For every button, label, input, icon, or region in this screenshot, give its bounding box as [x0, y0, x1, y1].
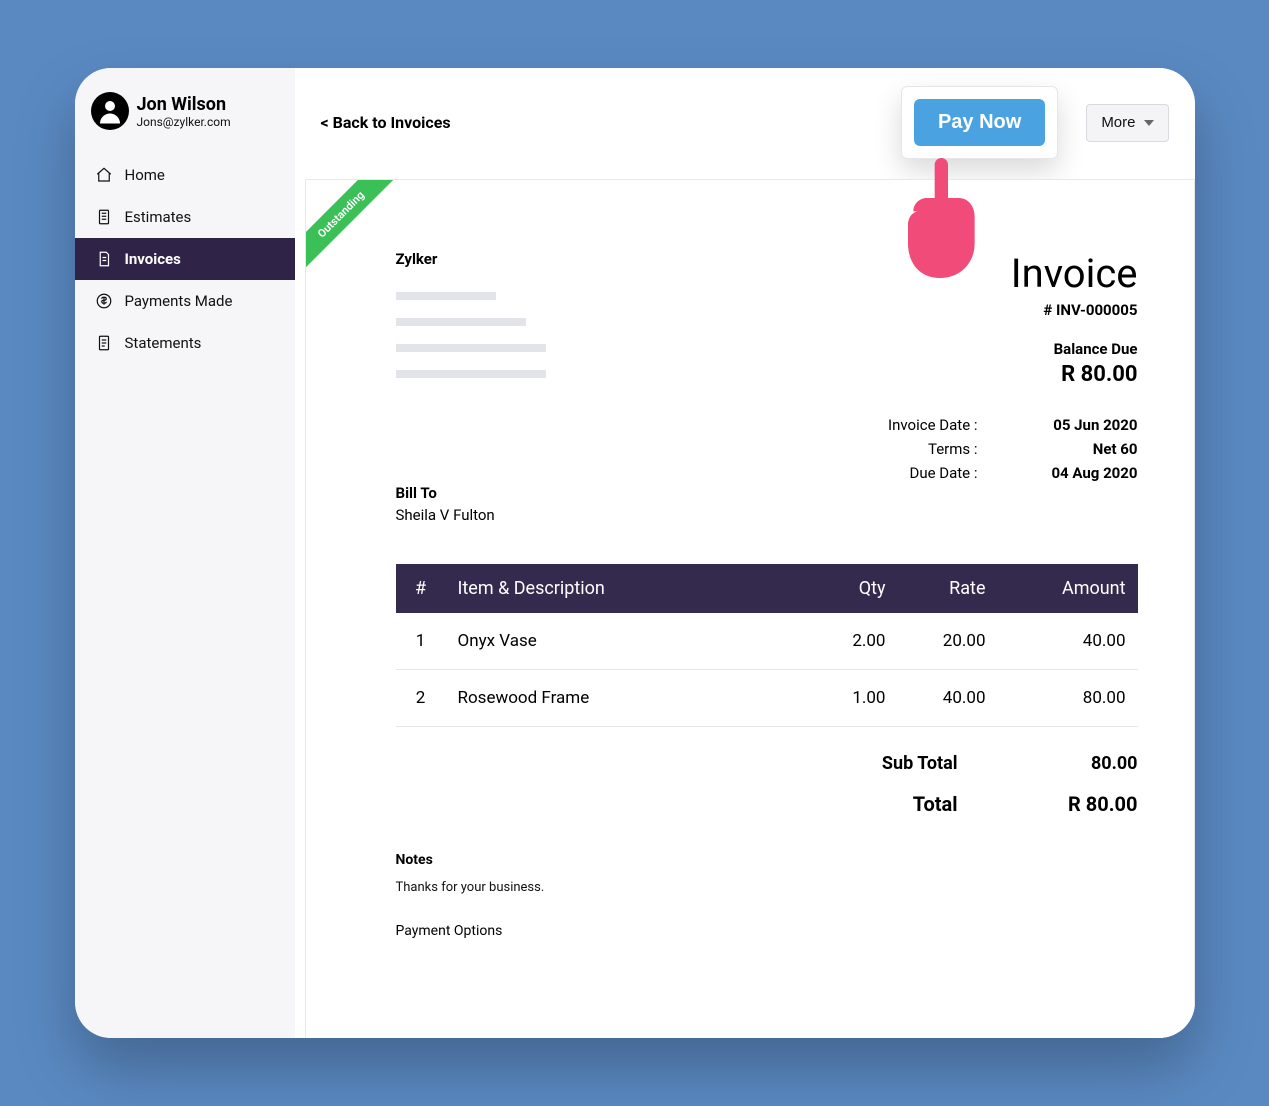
bill-to-name: Sheila V Fulton — [396, 506, 1138, 524]
table-header-row: # Item & Description Qty Rate Amount — [396, 564, 1138, 613]
sidebar-item-label: Statements — [125, 334, 202, 352]
sidebar-item-label: Estimates — [125, 208, 192, 226]
invoice-title-block: Invoice # INV-000005 — [1011, 250, 1138, 319]
cell-amount: 80.00 — [998, 670, 1138, 727]
invoice-number: # INV-000005 — [1011, 301, 1138, 319]
caret-down-icon — [1144, 120, 1154, 126]
total-row: Total R 80.00 — [808, 792, 1138, 816]
profile-name: Jon Wilson — [137, 94, 231, 115]
line-items-table: # Item & Description Qty Rate Amount 1 O… — [396, 564, 1138, 727]
meta-row: Due Date : 04 Aug 2020 — [838, 464, 1138, 482]
avatar — [91, 92, 129, 130]
col-desc: Item & Description — [446, 564, 808, 613]
main-area: < Back to Invoices Pay Now More Outstand… — [295, 68, 1195, 1038]
profile-email: Jons@zylker.com — [137, 115, 231, 129]
table-row: 1 Onyx Vase 2.00 20.00 40.00 — [396, 613, 1138, 670]
placeholder-line — [396, 344, 546, 352]
sidebar-item-estimates[interactable]: Estimates — [75, 196, 295, 238]
meta-key: Terms : — [838, 440, 978, 458]
total-label: Total — [808, 792, 958, 816]
total-value: R 80.00 — [1018, 792, 1138, 816]
pay-now-button[interactable]: Pay Now — [914, 99, 1045, 146]
paper-wrap: Outstanding Zylker Invoice # INV-000005 — [295, 173, 1195, 1038]
profile-block: Jon Wilson Jons@zylker.com — [75, 80, 295, 148]
cell-amount: 40.00 — [998, 613, 1138, 670]
cell-qty: 2.00 — [808, 613, 898, 670]
invoice-paper: Outstanding Zylker Invoice # INV-000005 — [305, 179, 1195, 1038]
subtotal-value: 80.00 — [1018, 753, 1138, 774]
topbar: < Back to Invoices Pay Now More — [295, 68, 1195, 173]
meta-value: 05 Jun 2020 — [1008, 416, 1138, 434]
estimates-icon — [95, 208, 113, 226]
sidebar-item-invoices[interactable]: Invoices — [75, 238, 295, 280]
payments-icon — [95, 292, 113, 310]
notes-body: Thanks for your business. — [396, 880, 1138, 895]
cursor-hand-icon — [895, 158, 985, 282]
placeholder-line — [396, 292, 496, 300]
meta-row: Terms : Net 60 — [838, 440, 1138, 458]
payment-options-heading: Payment Options — [396, 923, 1138, 939]
notes-block: Notes Thanks for your business. — [396, 852, 1138, 895]
notes-heading: Notes — [396, 852, 1138, 868]
invoices-icon — [95, 250, 113, 268]
col-amount: Amount — [998, 564, 1138, 613]
sidebar-item-home[interactable]: Home — [75, 154, 295, 196]
placeholder-line — [396, 370, 546, 378]
sidebar-item-label: Home — [125, 166, 165, 184]
meta-row: Invoice Date : 05 Jun 2020 — [838, 416, 1138, 434]
pay-now-card: Pay Now — [901, 86, 1058, 159]
sidebar-item-payments[interactable]: Payments Made — [75, 280, 295, 322]
subtotal-label: Sub Total — [808, 753, 958, 774]
balance-block: Balance Due R 80.00 — [1054, 340, 1138, 387]
table-row: 2 Rosewood Frame 1.00 40.00 80.00 — [396, 670, 1138, 727]
meta-value: 04 Aug 2020 — [1008, 464, 1138, 482]
sidebar-item-statements[interactable]: Statements — [75, 322, 295, 364]
balance-label: Balance Due — [1054, 340, 1138, 358]
bill-to-block: Bill To Sheila V Fulton — [396, 484, 1138, 524]
more-label: More — [1101, 114, 1135, 131]
invoice-title: Invoice — [1011, 250, 1138, 297]
cell-num: 2 — [396, 670, 446, 727]
col-number: # — [396, 564, 446, 613]
invoice-meta: Invoice Date : 05 Jun 2020 Terms : Net 6… — [838, 410, 1138, 488]
meta-key: Due Date : — [838, 464, 978, 482]
sidebar-item-label: Payments Made — [125, 292, 233, 310]
app-shell: Jon Wilson Jons@zylker.com Home Estimate… — [75, 68, 1195, 1038]
cell-desc: Onyx Vase — [446, 613, 808, 670]
sidebar-item-label: Invoices — [125, 250, 181, 268]
more-button[interactable]: More — [1086, 104, 1168, 142]
sidebar-nav: Home Estimates Invoices Payments Made St… — [75, 154, 295, 364]
cell-qty: 1.00 — [808, 670, 898, 727]
meta-value: Net 60 — [1008, 440, 1138, 458]
back-to-invoices-link[interactable]: < Back to Invoices — [321, 113, 451, 132]
col-qty: Qty — [808, 564, 898, 613]
cell-desc: Rosewood Frame — [446, 670, 808, 727]
placeholder-line — [396, 318, 526, 326]
cell-num: 1 — [396, 613, 446, 670]
cell-rate: 40.00 — [898, 670, 998, 727]
statements-icon — [95, 334, 113, 352]
home-icon — [95, 166, 113, 184]
sidebar: Jon Wilson Jons@zylker.com Home Estimate… — [75, 68, 295, 1038]
cell-rate: 20.00 — [898, 613, 998, 670]
totals-block: Sub Total 80.00 Total R 80.00 — [396, 753, 1138, 816]
subtotal-row: Sub Total 80.00 — [808, 753, 1138, 774]
meta-key: Invoice Date : — [838, 416, 978, 434]
balance-amount: R 80.00 — [1054, 362, 1138, 387]
col-rate: Rate — [898, 564, 998, 613]
